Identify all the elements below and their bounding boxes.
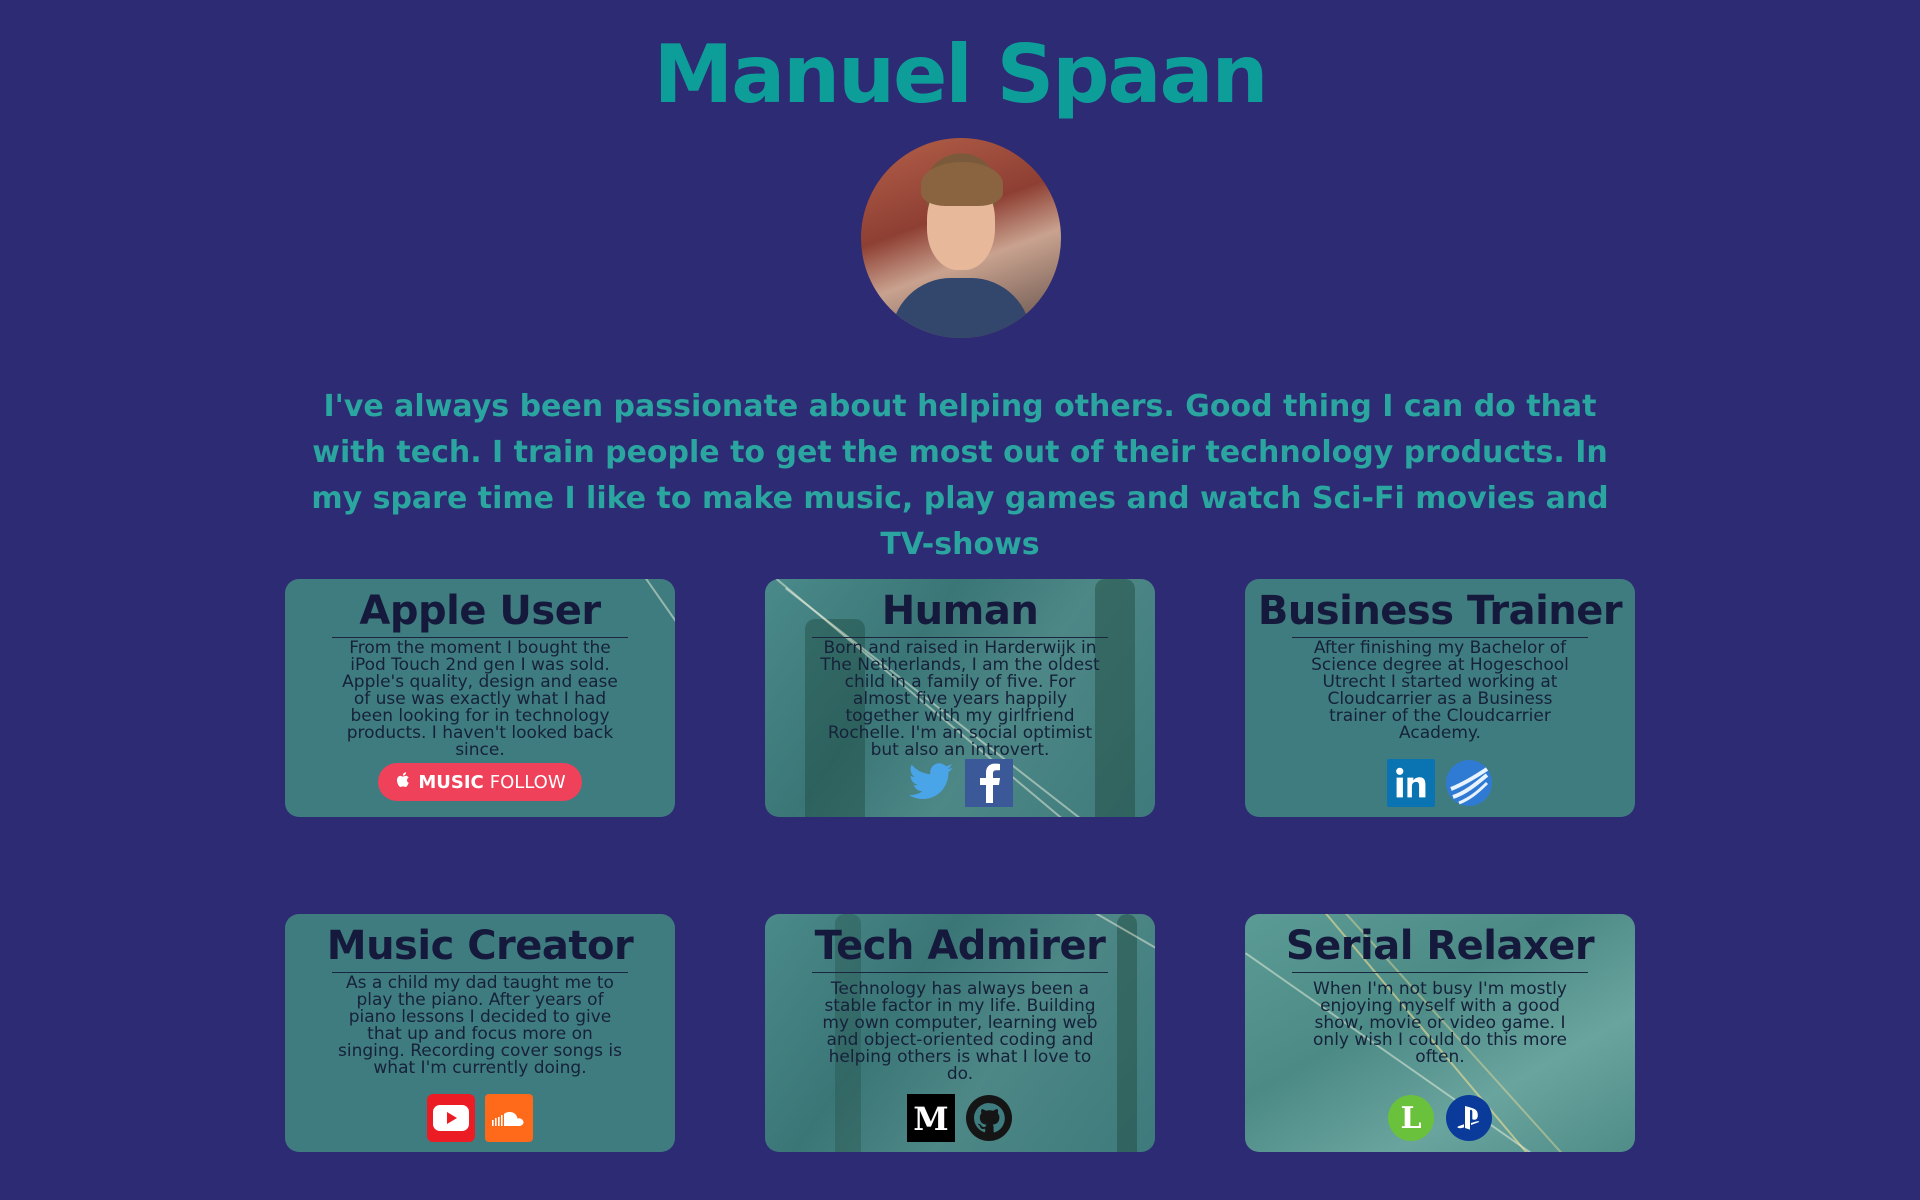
svg-text:M: M (913, 1100, 948, 1136)
apple-music-brand: MUSIC (418, 771, 484, 793)
linkedin-icon[interactable] (1387, 759, 1435, 807)
card-text: As a child my dad taught me to play the … (338, 973, 622, 1078)
twitter-icon[interactable] (907, 759, 955, 807)
card-title: Serial Relaxer (1285, 923, 1595, 969)
card-text: After finishing my Bachelor of Science d… (1311, 638, 1569, 743)
page-title: Manuel Spaan (653, 28, 1269, 121)
soundcloud-icon[interactable] (485, 1094, 533, 1142)
card-music-creator: Music Creator As a child my dad taught m… (285, 914, 675, 1152)
follow-label: FOLLOW (489, 771, 566, 793)
card-text: From the moment I bought the iPod Touch … (342, 638, 618, 760)
letterboxd-icon[interactable]: L (1387, 1094, 1435, 1142)
card-title: Business Trainer (1257, 588, 1623, 634)
card-serial-relaxer: Serial Relaxer When I'm not busy I'm mos… (1245, 914, 1635, 1152)
medium-icon[interactable]: M (907, 1094, 955, 1142)
card-title: Human (881, 588, 1039, 634)
apple-logo-icon (394, 770, 412, 795)
cloudcarrier-globe-icon[interactable] (1445, 759, 1493, 807)
card-title: Tech Admirer (814, 923, 1106, 969)
avatar-shirt (891, 278, 1031, 338)
svg-text:L: L (1400, 1101, 1421, 1136)
card-human: Human Born and raised in Harderwijk in T… (765, 579, 1155, 817)
card-divider (812, 972, 1108, 973)
card-title: Apple User (359, 588, 601, 634)
card-divider (1292, 972, 1588, 973)
bio-text: I've always been passionate about helpin… (311, 389, 1609, 562)
card-text: Technology has always been a stable fact… (822, 979, 1098, 1084)
profile-avatar (861, 138, 1061, 338)
playstation-icon[interactable] (1445, 1094, 1493, 1142)
card-apple-user: Apple User From the moment I bought the … (285, 579, 675, 817)
github-icon[interactable] (965, 1094, 1013, 1142)
apple-music-follow-button[interactable]: MUSIC FOLLOW (378, 763, 582, 801)
card-business-trainer: Business Trainer After finishing my Bach… (1245, 579, 1635, 817)
avatar-hair (921, 162, 1003, 206)
card-tech-admirer: Tech Admirer Technology has always been … (765, 914, 1155, 1152)
youtube-icon[interactable] (427, 1094, 475, 1142)
card-title: Music Creator (326, 923, 634, 969)
card-text: Born and raised in Harderwijk in The Net… (820, 638, 1100, 760)
card-text: When I'm not busy I'm mostly enjoying my… (1313, 979, 1567, 1067)
facebook-icon[interactable] (965, 759, 1013, 807)
